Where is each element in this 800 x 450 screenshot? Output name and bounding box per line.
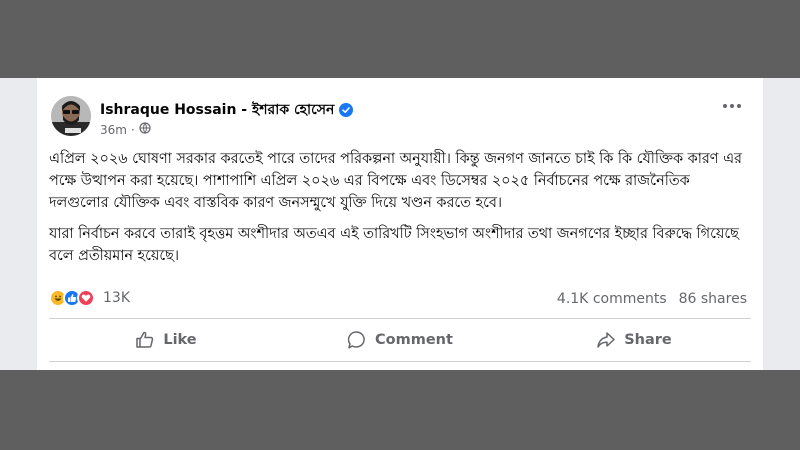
- reaction-count: 13K: [103, 290, 130, 306]
- post-actions-bar: Like Comment Share: [49, 323, 751, 357]
- comment-button[interactable]: Comment: [283, 323, 517, 357]
- verified-badge-icon: [339, 103, 354, 117]
- top-dark-band: [0, 0, 800, 78]
- author-name[interactable]: Ishraque Hossain - ইশরাক হোসেন: [100, 98, 334, 122]
- reactions-summary[interactable]: 13K: [49, 289, 130, 307]
- post-paragraph: যারা নির্বাচন করবে তারাই বৃহত্তম অংশীদার…: [49, 226, 739, 264]
- comments-divider: [49, 361, 751, 362]
- avatar-image: [51, 96, 91, 136]
- post-paragraph: এপ্রিল ২০২৬ ঘোষণা সরকার করতেই পারে তাদের…: [49, 151, 742, 211]
- share-button[interactable]: Share: [517, 323, 751, 357]
- love-reaction-icon: [77, 289, 95, 307]
- meta-separator: ·: [130, 122, 135, 137]
- like-button[interactable]: Like: [49, 323, 283, 357]
- comment-label: Comment: [375, 332, 453, 348]
- shares-count[interactable]: 86 shares: [679, 291, 747, 307]
- post-body: এপ্রিল ২০২৬ ঘোষণা সরকার করতেই পারে তাদের…: [49, 148, 749, 276]
- globe-icon[interactable]: [139, 122, 151, 137]
- author-avatar[interactable]: [51, 96, 91, 136]
- comments-count[interactable]: 4.1K comments: [557, 291, 667, 307]
- bottom-dark-band: [0, 370, 800, 450]
- like-label: Like: [163, 332, 197, 348]
- post-timestamp[interactable]: 36m: [100, 123, 127, 137]
- actions-divider: [49, 318, 751, 319]
- share-label: Share: [624, 332, 672, 348]
- facebook-post-card: Ishraque Hossain - ইশরাক হোসেন 36m · এপ্…: [37, 78, 763, 370]
- more-options-icon[interactable]: [723, 104, 741, 108]
- thumbs-up-icon: [136, 331, 154, 348]
- comment-bubble-icon: [347, 331, 365, 349]
- share-arrow-icon: [597, 332, 615, 348]
